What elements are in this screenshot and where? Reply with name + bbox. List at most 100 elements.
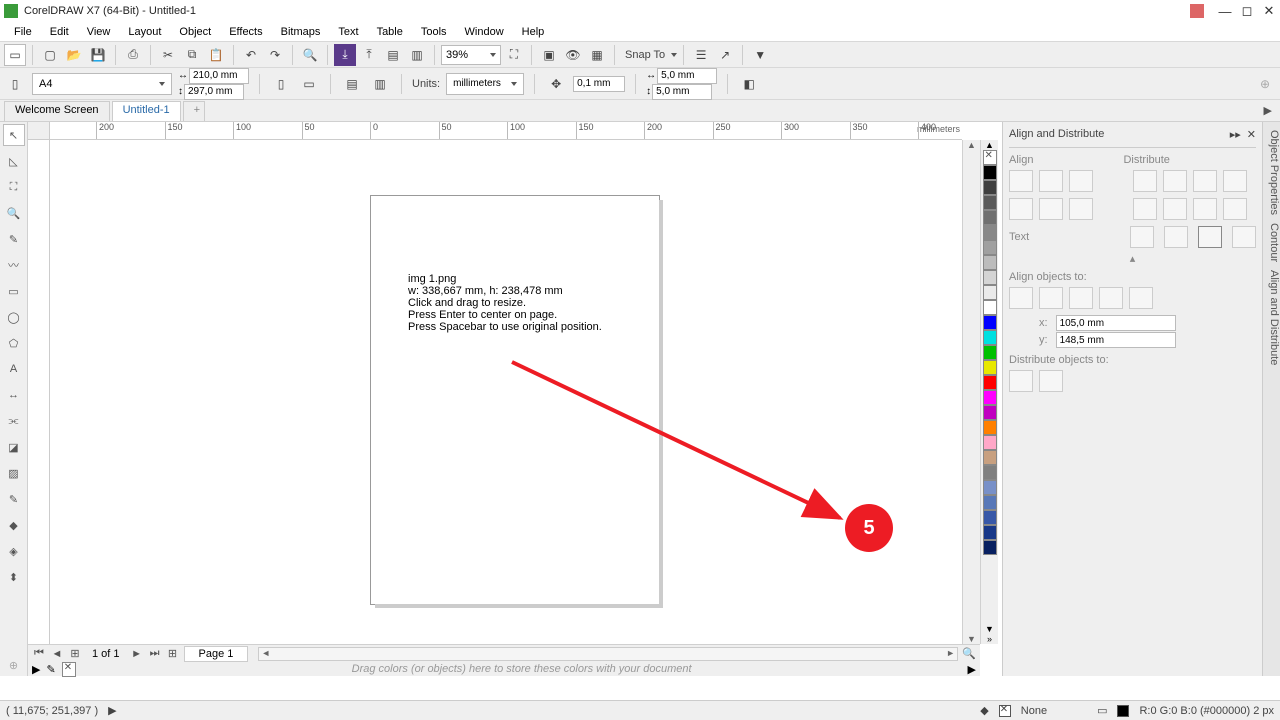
vertical-scrollbar[interactable]: ▲▼ [962,140,980,644]
document-palette[interactable]: ▶ ✎ Drag colors (or objects) here to sto… [28,662,980,676]
paste-icon[interactable]: 📋 [205,44,227,66]
quick-customize-icon[interactable]: ⊕ [3,654,25,676]
drawing-canvas[interactable]: img 1.png w: 338,667 mm, h: 238,478 mm C… [50,140,962,644]
import-icon[interactable]: ⤓ [334,44,356,66]
palette-swatch[interactable] [983,465,997,480]
horizontal-scrollbar[interactable] [258,647,958,661]
menu-help[interactable]: Help [514,25,553,39]
show-grid-icon[interactable]: ▦ [586,44,608,66]
outline-indicator-icon[interactable]: ▭ [1097,704,1107,717]
publish-pdf-icon[interactable]: ▤ [382,44,404,66]
dupy-input[interactable]: 5,0 mm [652,84,712,100]
menu-window[interactable]: Window [457,25,512,39]
palette-flyout-icon[interactable]: » [987,634,992,644]
palette-swatch[interactable] [983,480,997,495]
ellipse-tool[interactable]: ◯ [3,306,25,328]
align-bottom-icon[interactable] [1069,198,1093,220]
landscape-icon[interactable]: ▭ [298,73,320,95]
dist-left-icon[interactable] [1133,170,1157,192]
zoom-level-combo[interactable]: 39% [441,45,501,65]
minimize-button[interactable]: — [1218,4,1232,18]
align-left-icon[interactable] [1009,170,1033,192]
dist-center-v-icon[interactable] [1163,198,1187,220]
palette-up-icon[interactable]: ▲ [985,140,994,150]
palette-swatch[interactable] [983,495,997,510]
dist-to-page-icon[interactable] [1039,370,1063,392]
redo-icon[interactable]: ↷ [264,44,286,66]
show-rulers-icon[interactable]: 👁 [562,44,584,66]
freehand-tool[interactable]: ✎ [3,228,25,250]
fullscreen-icon[interactable]: ▣ [538,44,560,66]
palette-swatch[interactable] [983,345,997,360]
current-page-icon[interactable]: ▥ [369,73,391,95]
page-last-icon[interactable]: ⏭ [148,647,162,660]
page-size-combo[interactable]: A4 [32,73,172,95]
fill-indicator-icon[interactable]: ◆ [980,704,988,717]
eyedropper-icon[interactable]: ✎ [46,663,55,676]
dist-top-icon[interactable] [1133,198,1157,220]
palette-swatch[interactable] [983,165,997,180]
palette-swatch[interactable] [983,510,997,525]
menu-view[interactable]: View [79,25,119,39]
drop-shadow-tool[interactable]: ◪ [3,436,25,458]
color-eyedropper-tool[interactable]: ✎ [3,488,25,510]
dupx-input[interactable]: 5,0 mm [657,68,717,84]
dist-to-selection-icon[interactable] [1009,370,1033,392]
align-right-icon[interactable] [1069,170,1093,192]
text-box-icon[interactable] [1198,226,1222,248]
outline-color-swatch[interactable] [1117,705,1129,717]
nudge-input[interactable]: 0,1 mm [573,76,625,92]
close-button[interactable]: ✕ [1262,4,1276,18]
page-orientation-icon[interactable]: ▯ [4,73,26,95]
align-to-active-icon[interactable] [1009,287,1033,309]
docker-collapse-icon[interactable]: ▸▸ [1230,129,1241,141]
tabs-scroll-icon[interactable]: ▶ [1260,104,1276,117]
menu-table[interactable]: Table [369,25,411,39]
palette-swatch[interactable] [983,420,997,435]
docker-tab-object-properties[interactable]: Object Properties [1263,130,1280,215]
cut-icon[interactable]: ✂ [157,44,179,66]
palette-swatch[interactable] [983,285,997,300]
tab-document[interactable]: Untitled-1 [112,101,181,121]
palette-swatch[interactable] [983,390,997,405]
tray-next-icon[interactable]: ▶ [968,663,976,676]
zoom-tool[interactable]: 🔍 [3,202,25,224]
play-icon[interactable]: ▶ [108,704,116,717]
horizontal-ruler[interactable]: millimeters 2001501005005010015020025030… [50,122,962,140]
smart-fill-tool[interactable]: ◈ [3,540,25,562]
dist-spacing-h-icon[interactable] [1193,170,1217,192]
docker-tab-align-distribute[interactable]: Align and Distribute [1263,270,1280,365]
portrait-icon[interactable]: ▯ [270,73,292,95]
menu-object[interactable]: Object [171,25,219,39]
transparency-tool[interactable]: ▨ [3,462,25,484]
undo-icon[interactable]: ↶ [240,44,262,66]
launch-icon[interactable]: ↗ [714,44,736,66]
palette-swatch[interactable] [983,240,997,255]
align-x-input[interactable]: 105,0 mm [1056,315,1176,331]
palette-swatch[interactable] [983,330,997,345]
copy-icon[interactable]: ⧉ [181,44,203,66]
snap-to-label[interactable]: Snap To [621,49,669,61]
docker-tab-contour[interactable]: Contour [1263,223,1280,262]
palette-swatch[interactable] [983,315,997,330]
vertical-ruler[interactable] [28,140,50,644]
palette-down-icon[interactable]: ▼ [985,624,994,634]
palette-swatch[interactable] [983,255,997,270]
search-content-icon[interactable]: 🔍 [299,44,321,66]
palette-swatch[interactable] [983,225,997,240]
ruler-origin[interactable] [28,122,50,140]
text-outline-icon[interactable] [1232,226,1256,248]
dist-right-icon[interactable] [1223,170,1247,192]
dist-center-h-icon[interactable] [1163,170,1187,192]
artistic-media-tool[interactable]: 〰 [3,254,25,276]
shape-tool[interactable]: ◺ [3,150,25,172]
page-width-input[interactable]: 210,0 mm [189,68,249,84]
align-to-point-icon[interactable] [1129,287,1153,309]
add-preset-icon[interactable]: ⊕ [1254,73,1276,95]
tab-welcome[interactable]: Welcome Screen [4,101,110,121]
connector-tool[interactable]: ⫘ [3,410,25,432]
page-next-icon[interactable]: ► [130,648,144,660]
zoom-canvas-icon[interactable]: 🔍 [962,647,976,660]
zoom-fit-icon[interactable]: ⛶ [503,44,525,66]
menu-edit[interactable]: Edit [42,25,77,39]
